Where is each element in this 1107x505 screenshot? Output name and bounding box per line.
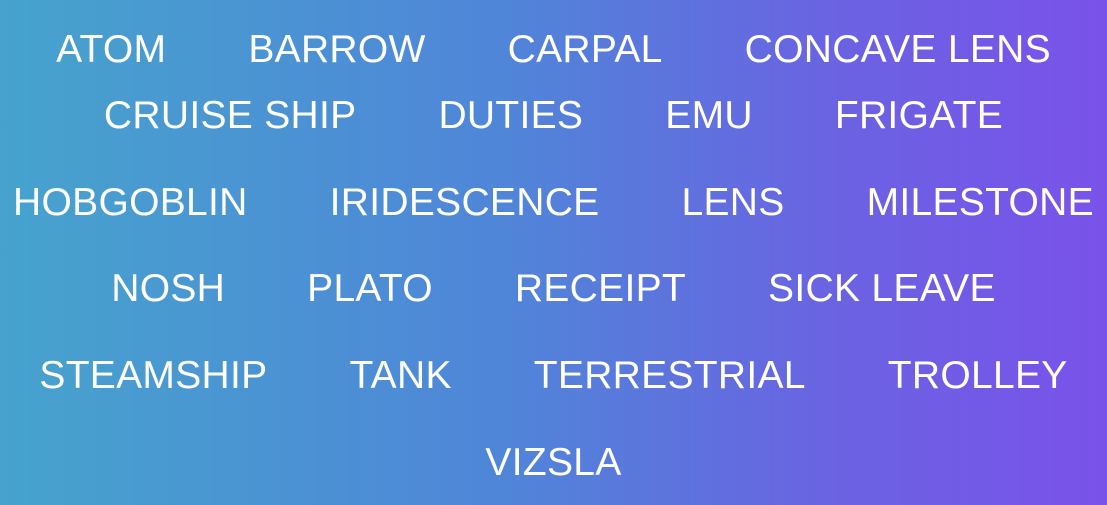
word-tile[interactable]: TERRESTRIAL: [534, 356, 806, 395]
word-tile[interactable]: CONCAVE LENS: [745, 30, 1051, 69]
word-tile[interactable]: SICK LEAVE: [768, 269, 996, 308]
word-tile[interactable]: ATOM: [56, 30, 166, 69]
word-row-5: STEAMSHIP TANK TERRESTRIAL TROLLEY: [0, 332, 1107, 419]
word-tile[interactable]: DUTIES: [438, 96, 583, 135]
word-grid: ATOM BARROW CARPAL CONCAVE LENS CRUISE S…: [0, 0, 1107, 505]
word-tile[interactable]: IRIDESCENCE: [330, 183, 600, 222]
word-tile[interactable]: MILESTONE: [867, 183, 1094, 222]
word-row-6: VIZSLA: [0, 419, 1107, 505]
word-tile[interactable]: BARROW: [248, 30, 425, 69]
word-tile[interactable]: TROLLEY: [888, 356, 1068, 395]
word-tile[interactable]: NOSH: [111, 269, 225, 308]
word-row-3: HOBGOBLIN IRIDESCENCE LENS MILESTONE: [0, 159, 1107, 246]
word-tile[interactable]: STEAMSHIP: [39, 356, 267, 395]
word-row-1: ATOM BARROW CARPAL CONCAVE LENS: [0, 26, 1107, 72]
word-row-2: CRUISE SHIP DUTIES EMU FRIGATE: [0, 72, 1107, 159]
word-tile[interactable]: CRUISE SHIP: [104, 96, 357, 135]
word-row-4: NOSH PLATO RECEIPT SICK LEAVE: [0, 245, 1107, 332]
word-tile[interactable]: FRIGATE: [835, 96, 1003, 135]
word-tile[interactable]: HOBGOBLIN: [13, 183, 248, 222]
word-tile[interactable]: LENS: [682, 183, 785, 222]
word-tile[interactable]: EMU: [665, 96, 753, 135]
word-tile[interactable]: PLATO: [307, 269, 433, 308]
word-tile[interactable]: CARPAL: [508, 30, 663, 69]
word-tile[interactable]: RECEIPT: [515, 269, 686, 308]
word-tile[interactable]: VIZSLA: [485, 443, 621, 482]
word-tile[interactable]: TANK: [349, 356, 451, 395]
